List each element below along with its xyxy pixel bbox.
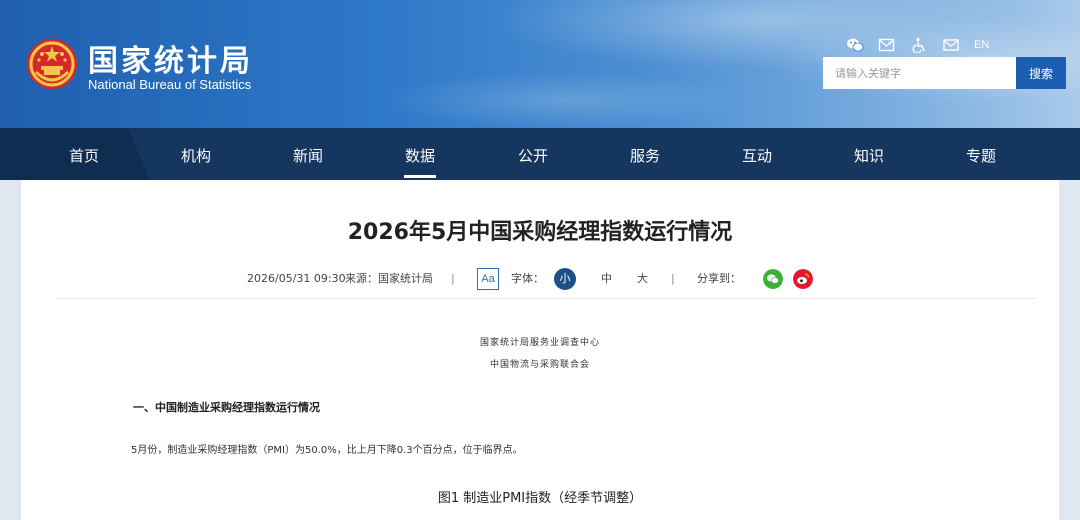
- envelope-icon[interactable]: [942, 37, 960, 53]
- nav-item-news[interactable]: 新闻: [268, 128, 348, 180]
- share-weibo-icon[interactable]: [793, 269, 813, 289]
- svg-text:x: x: [888, 41, 891, 47]
- main-nav: 首页 机构 新闻 数据 公开 服务 互动 知识 专题: [0, 128, 1080, 180]
- section-heading: 一、中国制造业采购经理指数运行情况: [133, 401, 320, 414]
- meta-separator: |: [671, 272, 675, 285]
- org-line-2: 中国物流与采购联合会: [489, 360, 590, 370]
- site-header: 国家统计局 National Bureau of Statistics x EN…: [0, 0, 1080, 128]
- nav-item-data[interactable]: 数据: [380, 128, 460, 180]
- font-size-large-button[interactable]: 大: [637, 267, 648, 291]
- org-line-1: 国家统计局服务业调查中心: [479, 338, 600, 348]
- search-button[interactable]: 搜索: [1016, 57, 1066, 89]
- nav-item-public[interactable]: 公开: [493, 128, 573, 180]
- article-card: 2026年5月中国采购经理指数运行情况 2026/05/31 09:30 来源：…: [21, 180, 1059, 520]
- article-paragraph: 5月份，制造业采购经理指数（PMI）为50.0%，比上月下降0.3个百分点，位于…: [131, 445, 523, 456]
- search-input[interactable]: [823, 57, 1016, 89]
- site-name-en[interactable]: National Bureau of Statistics: [88, 77, 251, 92]
- share-label: 分享到：: [697, 272, 741, 285]
- meta-separator: |: [451, 272, 455, 285]
- meta-divider: [56, 298, 1036, 299]
- nav-item-service[interactable]: 服务: [605, 128, 685, 180]
- accessibility-icon[interactable]: [910, 37, 928, 53]
- mail-icon[interactable]: x: [878, 37, 896, 53]
- header-tools: x EN: [846, 36, 989, 54]
- nav-item-interaction[interactable]: 互动: [717, 128, 797, 180]
- font-size-small-button[interactable]: 小: [554, 268, 576, 290]
- site-name-cn[interactable]: 国家统计局: [88, 36, 253, 80]
- figure-title: 图1 制造业PMI指数（经季节调整）: [437, 491, 643, 506]
- article-title: 2026年5月中国采购经理指数运行情况: [347, 220, 733, 245]
- wechat-icon[interactable]: [846, 37, 864, 53]
- nav-item-knowledge[interactable]: 知识: [829, 128, 909, 180]
- share-wechat-icon[interactable]: [763, 269, 783, 289]
- font-size-label: 字体：: [511, 272, 544, 285]
- nav-item-topics[interactable]: 专题: [941, 128, 1021, 180]
- article-meta: 2026/05/31 09:30 来源：国家统计局 | Aa 字体： 小 中 大…: [21, 267, 1059, 291]
- publish-datetime: 2026/05/31 09:30: [247, 272, 346, 285]
- national-emblem-icon[interactable]: [26, 38, 78, 90]
- nav-item-organization[interactable]: 机构: [156, 128, 236, 180]
- language-switch[interactable]: EN: [974, 39, 989, 51]
- article-source: 来源：国家统计局: [345, 272, 433, 285]
- font-size-medium-button[interactable]: 中: [601, 267, 612, 291]
- font-size-toggle-icon[interactable]: Aa: [477, 268, 499, 290]
- nav-item-home[interactable]: 首页: [44, 128, 124, 180]
